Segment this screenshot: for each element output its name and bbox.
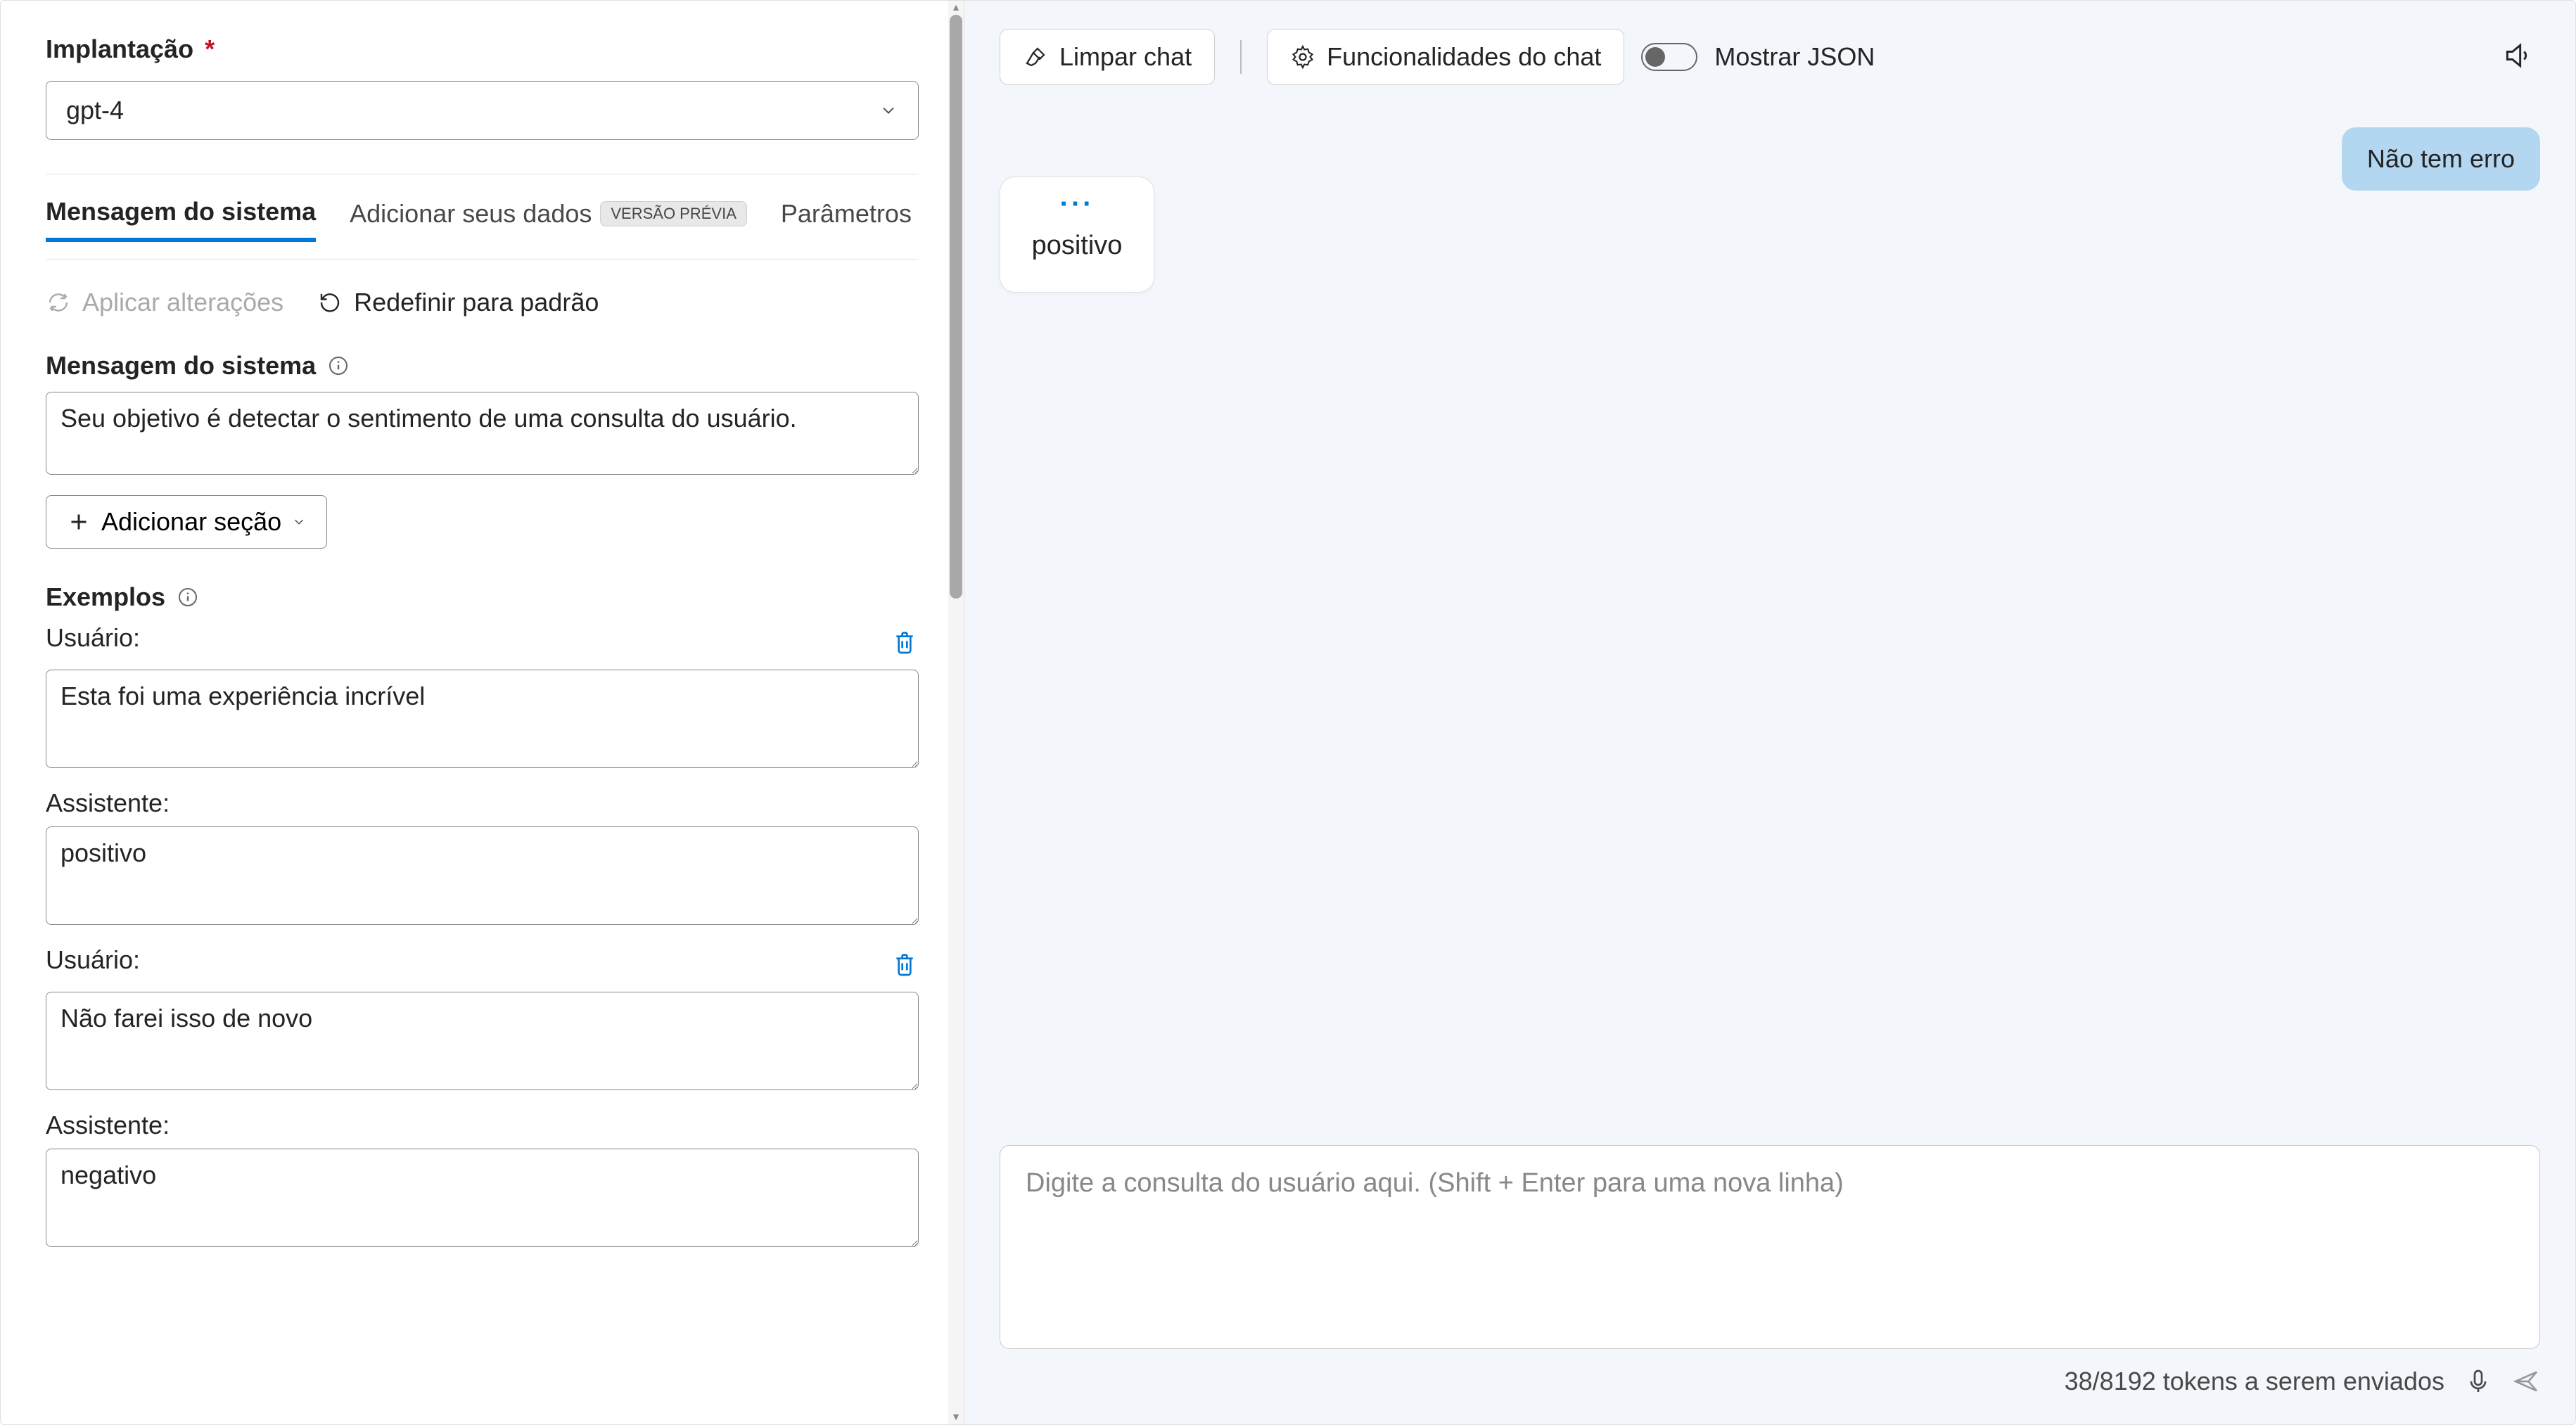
scroll-up-arrow[interactable]: ▲ bbox=[950, 2, 962, 13]
speaker-icon[interactable] bbox=[2502, 40, 2533, 71]
example-block: Usuário: Assistente: bbox=[46, 623, 919, 945]
assistant-message-bubble: ··· positivo bbox=[1000, 177, 1154, 293]
examples-label: Exemplos bbox=[46, 582, 919, 612]
reset-default-button[interactable]: Redefinir para padrão bbox=[317, 288, 599, 317]
show-json-toggle[interactable] bbox=[1641, 43, 1697, 71]
example-assistant-textarea[interactable] bbox=[46, 1149, 919, 1247]
assistant-message-text: positivo bbox=[1031, 231, 1123, 261]
more-options-icon[interactable]: ··· bbox=[1031, 197, 1123, 211]
chat-body: Não tem erro ··· positivo bbox=[1000, 113, 2540, 1145]
right-panel: Limpar chat Funcionalidades do chat Most… bbox=[964, 1, 2575, 1424]
system-message-textarea[interactable] bbox=[46, 392, 919, 475]
example-user-textarea[interactable] bbox=[46, 670, 919, 768]
microphone-icon[interactable] bbox=[2464, 1367, 2492, 1395]
required-indicator: * bbox=[205, 34, 215, 63]
action-row: Aplicar alterações Redefinir para padrão bbox=[46, 288, 919, 317]
tab-add-your-data[interactable]: Adicionar seus dados VERSÃO PRÉVIA bbox=[350, 199, 747, 240]
toolbar-divider bbox=[1240, 40, 1242, 74]
send-icon[interactable] bbox=[2512, 1367, 2540, 1395]
example-assistant-textarea[interactable] bbox=[46, 826, 919, 925]
scrollbar-thumb[interactable] bbox=[950, 15, 962, 599]
example-block: Usuário: Assistente: bbox=[46, 945, 919, 1267]
divider bbox=[46, 259, 919, 260]
example-assistant-label: Assistente: bbox=[46, 788, 919, 818]
chat-input-area: 38/8192 tokens a serem enviados bbox=[1000, 1145, 2540, 1396]
chat-toolbar: Limpar chat Funcionalidades do chat Most… bbox=[1000, 29, 2540, 85]
preview-badge: VERSÃO PRÉVIA bbox=[600, 201, 747, 226]
apply-changes-button: Aplicar alterações bbox=[46, 288, 283, 317]
add-section-button[interactable]: Adicionar seção bbox=[46, 495, 327, 549]
sync-icon bbox=[46, 290, 71, 315]
show-json-label: Mostrar JSON bbox=[1714, 42, 1875, 72]
example-assistant-label: Assistente: bbox=[46, 1111, 919, 1140]
delete-icon[interactable] bbox=[891, 950, 919, 978]
info-icon[interactable] bbox=[327, 354, 350, 377]
example-user-label: Usuário: bbox=[46, 623, 140, 653]
reset-icon bbox=[317, 290, 343, 315]
system-message-label: Mensagem do sistema bbox=[46, 351, 919, 381]
deployment-select[interactable]: gpt-4 bbox=[46, 81, 919, 140]
delete-icon[interactable] bbox=[891, 628, 919, 656]
example-user-label: Usuário: bbox=[46, 945, 140, 975]
config-tabs: Mensagem do sistema Adicionar seus dados… bbox=[46, 197, 919, 248]
broom-icon bbox=[1023, 44, 1048, 70]
tab-parameters[interactable]: Parâmetros bbox=[781, 199, 912, 240]
user-message-bubble: Não tem erro bbox=[2342, 127, 2540, 191]
clear-chat-button[interactable]: Limpar chat bbox=[1000, 29, 1215, 85]
token-status: 38/8192 tokens a serem enviados bbox=[2065, 1367, 2444, 1396]
tab-system-message[interactable]: Mensagem do sistema bbox=[46, 197, 316, 242]
vertical-scrollbar[interactable]: ▲ ▼ bbox=[948, 1, 964, 1424]
left-panel: Implantação * gpt-4 Mensagem do sistema … bbox=[1, 1, 964, 1424]
example-user-textarea[interactable] bbox=[46, 992, 919, 1090]
chevron-down-icon bbox=[879, 101, 898, 120]
gear-icon bbox=[1290, 44, 1315, 70]
plus-icon bbox=[66, 509, 91, 535]
chat-footer: 38/8192 tokens a serem enviados bbox=[1000, 1367, 2540, 1396]
deployment-selected-value: gpt-4 bbox=[66, 96, 124, 125]
toggle-knob bbox=[1645, 47, 1665, 67]
chat-input[interactable] bbox=[1000, 1145, 2540, 1349]
deployment-label: Implantação * bbox=[46, 34, 919, 64]
user-message-text: Não tem erro bbox=[2367, 144, 2515, 173]
chevron-down-icon bbox=[291, 514, 307, 530]
scroll-down-arrow[interactable]: ▼ bbox=[950, 1412, 962, 1423]
app-container: Implantação * gpt-4 Mensagem do sistema … bbox=[0, 0, 2576, 1425]
info-icon[interactable] bbox=[177, 586, 199, 608]
chat-features-button[interactable]: Funcionalidades do chat bbox=[1267, 29, 1624, 85]
